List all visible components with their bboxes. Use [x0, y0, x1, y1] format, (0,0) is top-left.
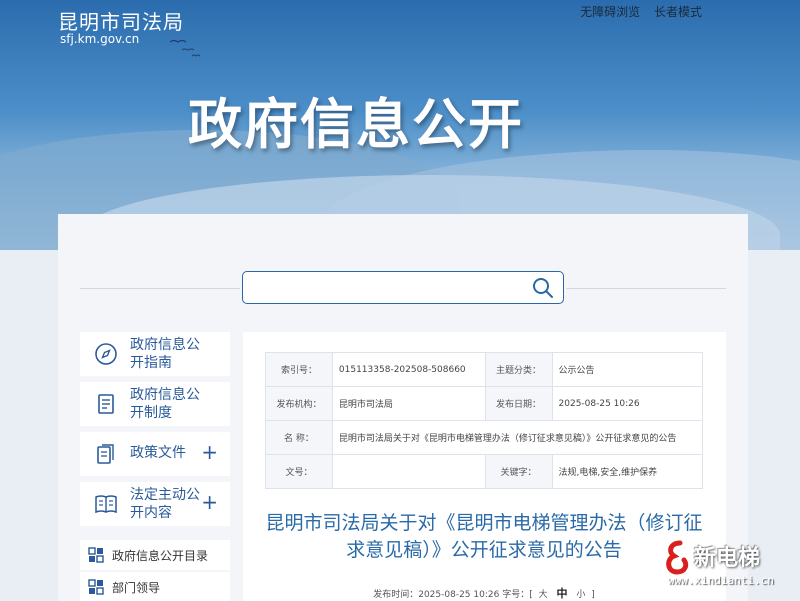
name-value: 昆明市司法局关于对《昆明市电梯管理办法（修订征求意见稿）》公开征求意见的公告 — [331, 420, 704, 455]
search-box — [242, 271, 564, 304]
expand-icon[interactable]: + — [201, 492, 218, 512]
font-size-large-button[interactable]: 大 — [539, 590, 548, 600]
sidebar-item-label: 政府信息公开指南 — [130, 337, 200, 371]
grid-icon — [88, 579, 104, 595]
sidebar-item-disclosure-system[interactable]: 政府信息公开制度 — [80, 382, 230, 426]
accessibility-link[interactable]: 无障碍浏览 — [580, 5, 640, 19]
compass-icon — [95, 343, 117, 365]
main-panel: 政府信息公开指南 政府信息公开制度 政策文件 + 法定主动公开内容 + 政府信息… — [58, 214, 748, 601]
font-size-medium-button[interactable]: 中 — [556, 587, 567, 600]
top-links: 无障碍浏览 长者模式 — [570, 3, 702, 20]
watermark-name: 新电梯 — [694, 546, 761, 571]
content-area: 索引号： 015113358-202508-508660 主题分类： 公示公告 … — [243, 332, 726, 601]
divider — [80, 288, 240, 289]
doc-number-value — [331, 454, 486, 489]
header-banner: 昆明市司法局 sfj.km.gov.cn 无障碍浏览 长者模式 政府信息公开 — [0, 0, 800, 250]
search-icon — [533, 278, 553, 298]
article-title: 昆明市司法局关于对《昆明市电梯管理办法（修订征求意见稿）》公开征求意见的公告 — [265, 512, 703, 561]
watermark-url: www.xindianti.cn — [668, 574, 774, 587]
search-input[interactable] — [249, 276, 519, 300]
book-icon — [95, 495, 117, 514]
publish-info: 发布时间：2025-08-25 10:26 字号：[ 大 中 小 ] — [265, 585, 703, 601]
topic-label: 主题分类： — [484, 352, 553, 387]
font-size-small-button[interactable]: 小 — [576, 590, 585, 600]
index-number-value: 015113358-202508-508660 — [331, 352, 486, 387]
publish-date-label: 发布日期： — [484, 386, 553, 421]
banner-title: 政府信息公开 — [188, 93, 524, 156]
document-icon — [98, 394, 114, 414]
publisher-value: 昆明市司法局 — [331, 386, 486, 421]
site-url: sfj.km.gov.cn — [60, 32, 140, 46]
divider — [566, 288, 726, 289]
brand-logo-icon — [666, 540, 689, 575]
table-row: 发布机构： 昆明市司法局 发布日期： 2025-08-25 10:26 — [265, 386, 704, 421]
publish-info-text: 发布时间：2025-08-25 10:26 字号：[ — [373, 590, 533, 600]
table-row: 文号： 关键字： 法规,电梯,安全,维护保养 — [265, 454, 704, 489]
sidebar-subitem-leaders[interactable]: 部门领导 — [80, 572, 230, 601]
sidebar-subitem-catalog[interactable]: 政府信息公开目录 — [80, 540, 230, 570]
index-number-label: 索引号： — [265, 352, 333, 387]
watermark-logo: 新电梯 www.xindianti.cn — [662, 540, 798, 596]
metadata-table: 索引号： 015113358-202508-508660 主题分类： 公示公告 … — [265, 352, 704, 489]
publisher-label: 发布机构： — [265, 386, 333, 421]
sidebar-subitem-label: 部门领导 — [112, 581, 161, 595]
grid-icon — [88, 547, 104, 563]
sidebar-item-statutory-content[interactable]: 法定主动公开内容 + — [80, 482, 230, 526]
sidebar-item-disclosure-guide[interactable]: 政府信息公开指南 — [80, 332, 230, 376]
sidebar-item-label: 政府信息公开制度 — [130, 387, 200, 421]
keywords-value: 法规,电梯,安全,维护保养 — [551, 454, 704, 489]
expand-icon[interactable]: + — [201, 442, 218, 462]
publish-date-value: 2025-08-25 10:26 — [551, 386, 704, 421]
birds-icon — [168, 36, 208, 63]
search-button[interactable] — [531, 276, 555, 300]
publish-info-suffix: ] — [591, 590, 595, 600]
sidebar-item-label: 政策文件 — [130, 445, 186, 461]
topic-value: 公示公告 — [551, 352, 704, 387]
sidebar-item-label: 法定主动公开内容 — [130, 487, 200, 521]
keywords-label: 关键字： — [484, 454, 553, 489]
sidebar-item-policy-docs[interactable]: 政策文件 + — [80, 432, 230, 476]
sidebar-subitem-label: 政府信息公开目录 — [112, 549, 209, 563]
file-icon — [97, 444, 114, 464]
elderly-mode-link[interactable]: 长者模式 — [654, 5, 702, 19]
doc-number-label: 文号： — [265, 454, 333, 489]
table-row: 名 称： 昆明市司法局关于对《昆明市电梯管理办法（修订征求意见稿）》公开征求意见… — [265, 420, 704, 455]
site-name[interactable]: 昆明市司法局 — [58, 6, 184, 35]
table-row: 索引号： 015113358-202508-508660 主题分类： 公示公告 — [265, 352, 704, 387]
name-label: 名 称： — [265, 420, 333, 455]
